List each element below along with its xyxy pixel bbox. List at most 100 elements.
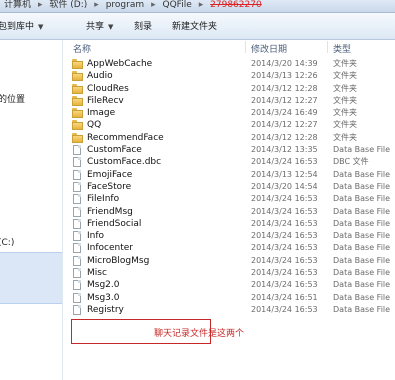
file-date-modified: 2014/3/24 16:53 xyxy=(251,218,318,228)
file-date-modified: 2014/3/24 16:49 xyxy=(251,108,318,118)
file-row[interactable]: FaceStore 2014/3/20 14:54 Data Base File xyxy=(63,181,395,193)
file-name: EmojiFace xyxy=(87,169,133,180)
column-divider[interactable] xyxy=(245,41,246,53)
file-date-modified: 2014/3/13 12:26 xyxy=(251,71,318,81)
nav-item-recent-places[interactable]: 的位置 xyxy=(0,92,25,105)
breadcrumb-separator: ▸ xyxy=(94,0,99,10)
file-row[interactable]: Audio 2014/3/13 12:26 文件夹 xyxy=(63,70,395,82)
file-date-modified: 2014/3/12 12:28 xyxy=(251,132,318,142)
file-row[interactable]: CustomFace 2014/3/12 13:35 Data Base File xyxy=(63,144,395,156)
file-name: Registry xyxy=(87,304,124,315)
breadcrumb: 计算机 ▸ 软件 (D:) ▸ program ▸ QQFile ▸ 279862270 xyxy=(4,0,265,10)
file-type: 文件夹 xyxy=(333,108,357,118)
command-toolbar: 包到库中 ▼ 共享 ▼ 刻录 新建文件夹 xyxy=(0,13,395,40)
file-name: CustomFace xyxy=(87,145,142,156)
file-type: Data Base File xyxy=(333,145,391,155)
file-row[interactable]: Msg2.0 2014/3/24 16:53 Data Base File xyxy=(63,279,395,291)
file-row[interactable]: Msg3.0 2014/3/24 16:51 Data Base File xyxy=(63,292,395,304)
file-row[interactable]: FriendMsg 2014/3/24 16:53 Data Base File xyxy=(63,206,395,218)
file-date-modified: 2014/3/24 16:53 xyxy=(251,255,318,265)
file-type: Data Base File xyxy=(333,292,391,302)
file-type: 文件夹 xyxy=(333,132,357,142)
burn-label: 刻录 xyxy=(134,22,153,32)
file-date-modified: 2014/3/13 12:54 xyxy=(251,169,318,179)
file-icon xyxy=(72,243,83,254)
breadcrumb-item-drive[interactable]: 软件 (D:) xyxy=(49,0,87,10)
file-date-modified: 2014/3/24 16:53 xyxy=(251,280,318,290)
file-date-modified: 2014/3/24 16:53 xyxy=(251,304,318,314)
file-row[interactable]: CustomFace.dbc 2014/3/24 16:53 DBC 文件 xyxy=(63,156,395,168)
chevron-down-icon: ▼ xyxy=(108,23,114,31)
file-name: CloudRes xyxy=(87,83,129,94)
file-list: 名称 修改日期 类型 AppWebCache 2014/3/20 14:39 文件夹… xyxy=(63,40,395,380)
file-row[interactable]: Infocenter 2014/3/24 16:53 Data Base File xyxy=(63,242,395,254)
file-type: 文件夹 xyxy=(333,71,357,81)
breadcrumb-item-computer[interactable]: 计算机 xyxy=(4,0,31,10)
file-row[interactable]: Image 2014/3/24 16:49 文件夹 xyxy=(63,107,395,119)
file-name: FileInfo xyxy=(87,194,120,205)
file-name: FileRecv xyxy=(87,95,124,106)
folder-icon xyxy=(72,59,83,69)
file-name: Msg2.0 xyxy=(87,280,120,291)
file-row[interactable]: RecommendFace 2014/3/12 12:28 文件夹 xyxy=(63,132,395,144)
column-divider[interactable] xyxy=(327,41,328,53)
file-icon xyxy=(72,268,83,279)
file-row[interactable]: FriendSocial 2014/3/24 16:53 Data Base Fil… xyxy=(63,218,395,230)
column-header-type[interactable]: 类型 xyxy=(333,42,351,55)
file-name: FriendMsg xyxy=(87,206,133,217)
breadcrumb-item-account[interactable]: 279862270 xyxy=(210,0,262,10)
breadcrumb-item-qqfile[interactable]: QQFile xyxy=(163,0,192,10)
share-button[interactable]: 共享 ▼ xyxy=(86,19,113,32)
file-name: Misc xyxy=(87,268,107,279)
file-name: MicroBlogMsg xyxy=(87,255,150,266)
file-type: Data Base File xyxy=(333,268,391,278)
file-row[interactable]: Info 2014/3/24 16:53 Data Base File xyxy=(63,230,395,242)
file-type: Data Base File xyxy=(333,169,391,179)
file-type: Data Base File xyxy=(333,255,391,265)
breadcrumb-separator: ▸ xyxy=(198,0,204,10)
file-date-modified: 2014/3/12 13:35 xyxy=(251,145,318,155)
file-type: DBC 文件 xyxy=(333,157,369,167)
burn-button[interactable]: 刻录 xyxy=(134,19,152,32)
file-name: QQ xyxy=(87,120,102,131)
file-date-modified: 2014/3/20 14:54 xyxy=(251,181,318,191)
file-icon xyxy=(72,304,83,315)
file-icon xyxy=(72,194,83,205)
nav-item-label: 的位置 xyxy=(0,95,26,105)
folder-icon xyxy=(72,83,83,94)
address-bar[interactable]: 计算机 ▸ 软件 (D:) ▸ program ▸ QQFile ▸ 279862270 xyxy=(0,0,395,13)
share-label: 共享 xyxy=(86,22,105,32)
folder-icon xyxy=(72,71,83,82)
column-header-name[interactable]: 名称 xyxy=(73,42,91,55)
file-date-modified: 2014/3/20 14:39 xyxy=(251,59,318,68)
nav-item-drive-c[interactable]: (C:) xyxy=(0,238,14,248)
file-date-modified: 2014/3/12 12:27 xyxy=(251,95,318,105)
file-type: Data Base File xyxy=(333,181,391,191)
folder-icon xyxy=(72,108,83,119)
file-row[interactable]: Misc 2014/3/24 16:53 Data Base File xyxy=(63,267,395,279)
breadcrumb-item-program[interactable]: program xyxy=(106,0,144,10)
include-in-library-button[interactable]: 包到库中 ▼ xyxy=(0,19,43,32)
file-date-modified: 2014/3/24 16:53 xyxy=(251,194,318,204)
file-row[interactable]: QQ 2014/3/12 12:27 文件夹 xyxy=(63,119,395,131)
file-icon xyxy=(72,145,83,156)
file-row[interactable]: Registry 2014/3/24 16:53 Data Base File xyxy=(63,304,395,316)
column-header-date[interactable]: 修改日期 xyxy=(251,42,287,55)
file-name: Info xyxy=(87,231,105,242)
file-row[interactable]: MicroBlogMsg 2014/3/24 16:53 Data Base Fil… xyxy=(63,255,395,267)
new-folder-button[interactable]: 新建文件夹 xyxy=(172,19,217,32)
file-icon xyxy=(72,157,83,168)
file-type: Data Base File xyxy=(333,206,391,216)
file-name: AppWebCache xyxy=(87,59,153,69)
file-row[interactable]: AppWebCache 2014/3/20 14:39 文件夹 xyxy=(63,58,395,70)
navigation-pane: 的位置 (C:) xyxy=(0,40,63,380)
file-type: Data Base File xyxy=(333,280,391,290)
annotation-note: 聊天记录文件是这两个 xyxy=(154,329,245,339)
breadcrumb-separator: ▸ xyxy=(151,0,156,10)
file-row[interactable]: CloudRes 2014/3/12 12:28 文件夹 xyxy=(63,83,395,95)
file-icon xyxy=(72,292,83,303)
file-icon xyxy=(72,255,83,266)
file-row[interactable]: FileRecv 2014/3/12 12:27 文件夹 xyxy=(63,95,395,107)
file-row[interactable]: FileInfo 2014/3/24 16:53 Data Base File xyxy=(63,193,395,205)
file-row[interactable]: EmojiFace 2014/3/13 12:54 Data Base File xyxy=(63,169,395,181)
